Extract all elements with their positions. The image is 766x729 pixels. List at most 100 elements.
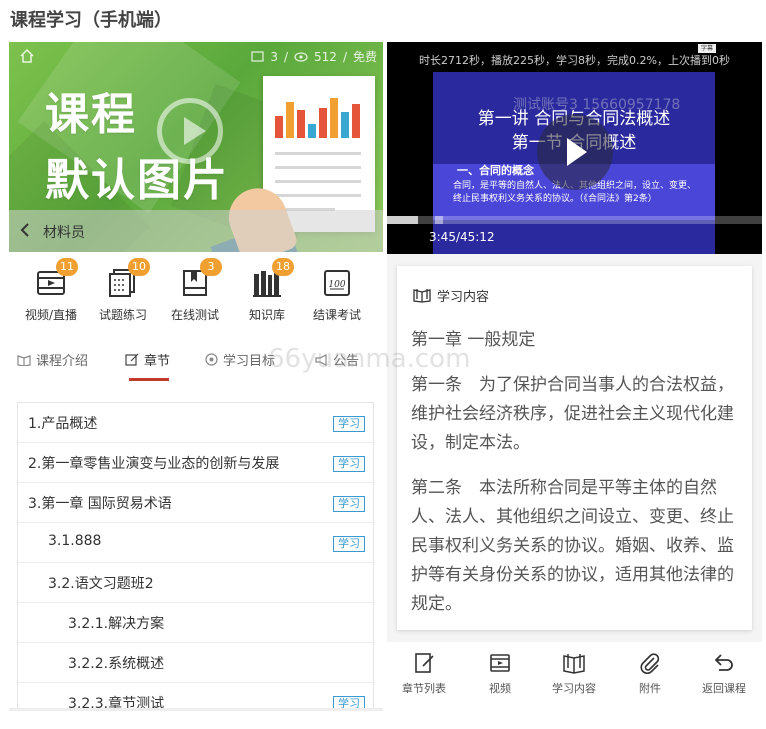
- book-icon: [563, 654, 585, 674]
- feature-icons: 11 视频/直播 10 试题练习 3 在线测试 18 知识库 100 结课考试: [9, 258, 383, 332]
- chapter-row[interactable]: 3.2.2.系统概述: [18, 643, 375, 683]
- tab-learning-goals[interactable]: 学习目标: [205, 350, 275, 369]
- feature-label: 知识库: [248, 308, 285, 322]
- chapter-title: 3.第一章 国际贸易术语: [28, 496, 172, 512]
- feature-label: 视频/直播: [24, 308, 78, 322]
- video-icon: [490, 654, 510, 672]
- feature-badge: 11: [56, 258, 78, 276]
- tab-announcements[interactable]: 公告: [315, 350, 359, 369]
- feature-label: 结课考试: [312, 308, 361, 322]
- chapter-title: 2.第一章零售业演变与业态的创新与发展: [28, 456, 280, 472]
- feature-video[interactable]: 11 视频/直播: [11, 258, 91, 323]
- course-price: 免费: [352, 50, 377, 64]
- chapter-list-icon: [415, 653, 434, 673]
- active-tab-indicator: [129, 378, 169, 381]
- tab-course-intro[interactable]: 课程介绍: [17, 350, 88, 369]
- nav-label: 学习内容: [552, 682, 596, 695]
- nav-item-0[interactable]: 章节列表: [389, 652, 459, 696]
- view-count: 512: [314, 49, 337, 64]
- feature-library[interactable]: 18 知识库: [227, 258, 307, 323]
- feature-final-exam[interactable]: 100 结课考试: [297, 268, 377, 323]
- content-paragraph: 第一章 一般规定: [411, 330, 536, 350]
- chapter-row[interactable]: 3.2.语文习题班2: [18, 563, 375, 603]
- chapter-title: 3.1.888: [48, 533, 102, 549]
- megaphone-icon: [315, 353, 327, 366]
- target-icon: [205, 353, 218, 366]
- content-paragraph: 第二条 本法所称合同是平等主体的自然人、法人、其他组织之间设立、变更、终止民事权…: [411, 478, 734, 614]
- chapter-title: 3.2.1.解决方案: [68, 616, 165, 632]
- learn-button[interactable]: 学习: [333, 416, 365, 432]
- nav-label: 章节列表: [402, 682, 446, 695]
- learn-button[interactable]: 学习: [333, 536, 365, 552]
- progress-fill: [387, 216, 419, 224]
- play-button[interactable]: [537, 114, 613, 190]
- nav-item-3[interactable]: 附件: [615, 652, 685, 696]
- nav-label: 附件: [639, 682, 661, 695]
- feature-label: 在线测试: [170, 308, 219, 322]
- chapter-row[interactable]: 3.第一章 国际贸易术语 学习: [18, 483, 375, 523]
- edit-icon: [125, 353, 139, 366]
- video-progress-info: 时长2712秒，播放225秒，学习8秒，完成0.2%，上次播到0秒: [419, 54, 730, 67]
- learning-content-card: 学习内容 第一章 一般规定第一条 为了保护合同当事人的合法权益，维护社会经济秩序…: [397, 266, 752, 630]
- banner-play-icon: [157, 98, 223, 164]
- tab-chapters[interactable]: 章节: [125, 350, 170, 369]
- illustration-bar: [319, 108, 327, 138]
- bottom-nav: 章节列表 视频 学习内容 附件 返回课程: [387, 642, 762, 709]
- illustration-bar: [308, 124, 316, 138]
- video-time: 3:45/45:12: [429, 230, 495, 244]
- illustration-bar: [275, 116, 283, 138]
- nav-item-4[interactable]: 返回课程: [689, 652, 759, 696]
- nav-label: 视频: [489, 682, 511, 695]
- illustration-bar: [341, 112, 349, 138]
- feature-exercise[interactable]: 10 试题练习: [83, 258, 163, 323]
- teacher-bar: 材料员: [9, 210, 383, 252]
- subtitle-badge[interactable]: 字幕: [698, 44, 716, 53]
- video-watermark: 测试账号3 15660957178: [513, 97, 681, 113]
- video-player[interactable]: 第一讲 合同与合同法概述 第一节 合同概述 一、合同的概念 合同，是平等的自然人…: [387, 42, 762, 254]
- page-title: 课程学习（手机端）: [10, 10, 172, 31]
- course-phone-view: 课程 默认图片 3 / 512 / 免费 材料员 11 视频/直播 10 试题练…: [9, 42, 383, 709]
- feature-badge: 3: [200, 258, 222, 276]
- chapter-row[interactable]: 3.1.888 学习: [18, 523, 375, 563]
- chapter-row[interactable]: 3.2.3.章节测试 学习: [18, 683, 375, 709]
- teacher-name: 材料员: [43, 225, 85, 241]
- book-open-icon: [17, 354, 31, 366]
- chapter-row[interactable]: 3.2.1.解决方案: [18, 603, 375, 643]
- lesson-phone-view: 第一讲 合同与合同法概述 第一节 合同概述 一、合同的概念 合同，是平等的自然人…: [387, 42, 762, 709]
- content-heading: 学习内容: [413, 286, 489, 305]
- illustration-bar: [330, 98, 338, 138]
- content-paragraph: 第一条 为了保护合同当事人的合法权益，维护社会经济秩序，促进社会主义现代化建设，…: [411, 375, 734, 453]
- paperclip-icon: [640, 653, 660, 674]
- views-icon: [294, 51, 308, 62]
- slide-heading: 一、合同的概念: [457, 164, 534, 177]
- exam-icon: 100: [324, 270, 350, 296]
- course-stats: 3 / 512 / 免费: [251, 48, 377, 65]
- video-progress-bar[interactable]: [387, 216, 762, 224]
- course-tabs: 课程介绍 章节 学习目标 公告: [9, 342, 383, 382]
- home-icon[interactable]: [19, 48, 35, 64]
- return-icon: [714, 654, 733, 671]
- chapter-list: 1.产品概述 学习 2.第一章零售业演变与业态的创新与发展 学习 3.第一章 国际贸易术…: [17, 402, 375, 709]
- learn-button[interactable]: 学习: [333, 496, 365, 512]
- learn-button[interactable]: 学习: [333, 456, 365, 472]
- chapter-row[interactable]: 1.产品概述 学习: [18, 403, 375, 443]
- illustration-bar: [297, 110, 305, 138]
- feature-label: 试题练习: [98, 308, 147, 322]
- content-body: 第一章 一般规定第一条 为了保护合同当事人的合法权益，维护社会经济秩序，促进社会…: [411, 326, 741, 635]
- lesson-count: 3: [270, 49, 278, 64]
- chapter-title: 3.2.2.系统概述: [68, 656, 165, 672]
- illustration-bar: [286, 102, 294, 138]
- back-arrow-icon[interactable]: [17, 222, 33, 238]
- illustration-bar: [352, 104, 360, 138]
- feature-badge: 18: [272, 258, 294, 276]
- nav-item-2[interactable]: 学习内容: [539, 652, 609, 696]
- book-icon: [413, 289, 431, 303]
- nav-label: 返回课程: [702, 682, 746, 695]
- banner-text-line1: 课程: [45, 89, 137, 140]
- lesson-count-icon: [251, 51, 264, 62]
- feature-online-test[interactable]: 3 在线测试: [155, 258, 235, 323]
- chapter-title: 3.2.3.章节测试: [68, 696, 165, 709]
- chapter-row[interactable]: 2.第一章零售业演变与业态的创新与发展 学习: [18, 443, 375, 483]
- chapter-title: 1.产品概述: [28, 416, 98, 432]
- nav-item-1[interactable]: 视频: [465, 652, 535, 696]
